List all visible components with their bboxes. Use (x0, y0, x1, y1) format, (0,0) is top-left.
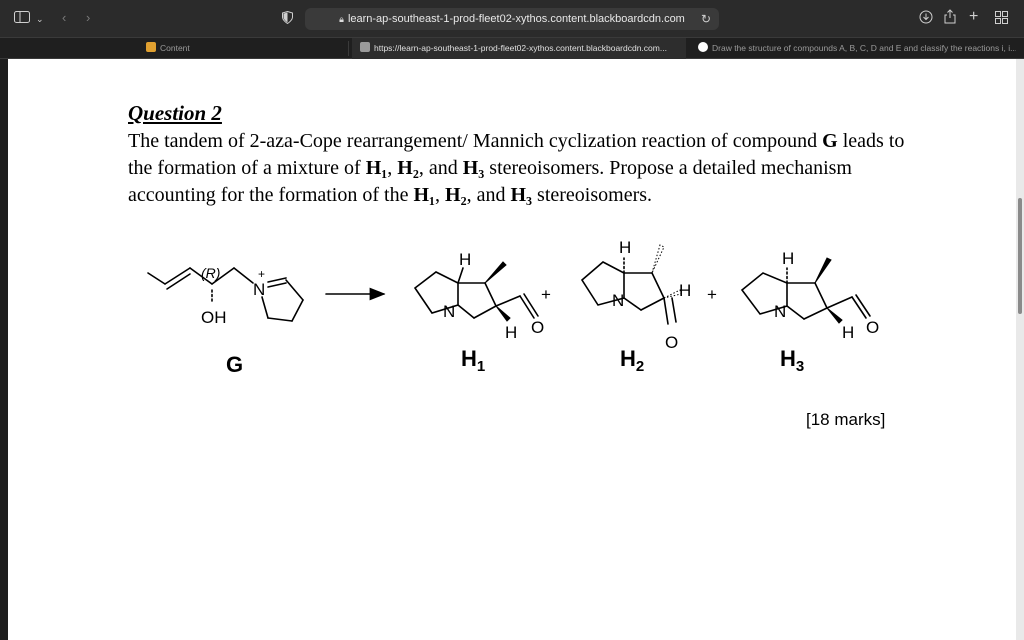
wedge-bond-h1b (495, 305, 511, 322)
wedge-bond-h1 (484, 261, 507, 284)
hydroxyl-group: OH (201, 308, 227, 327)
label-compound-g: G (226, 352, 243, 377)
label-compound-h3: H3 (780, 346, 804, 375)
label-compound-h2: H2 (620, 346, 644, 375)
h1-oxygen: O (531, 318, 544, 337)
h3-oxygen: O (866, 318, 879, 337)
plus-sign-1: + (541, 285, 551, 304)
compound-h3-structure (740, 267, 871, 320)
wedge-bond-h3 (814, 257, 832, 284)
positive-charge: + (258, 267, 265, 281)
wedge-bond-h3b (826, 307, 843, 324)
stereo-descriptor-r: (R) (201, 265, 220, 281)
h1-hydrogen-top: H (459, 250, 471, 269)
h2-oxygen: O (665, 333, 678, 352)
h2-nitrogen: N (612, 291, 624, 310)
compound-h2-structure (580, 257, 677, 325)
reaction-scheme: (R) N + OH H N H O + H N H O + H N H O G… (147, 238, 879, 377)
label-compound-h1: H1 (461, 346, 485, 375)
h3-nitrogen: N (774, 302, 786, 321)
hash-bond-h2 (651, 244, 665, 274)
h1-nitrogen: N (443, 302, 455, 321)
h3-hydrogen-bottom: H (842, 323, 854, 342)
compound-h1-structure (413, 267, 539, 319)
h3-hydrogen-top: H (782, 249, 794, 268)
h1-hydrogen-bottom: H (505, 323, 517, 342)
h2-hydrogen-top: H (619, 238, 631, 257)
plus-sign-2: + (707, 285, 717, 304)
h2-hydrogen-right: H (679, 281, 691, 300)
nitrogen-atom-g: N (253, 280, 265, 299)
marks-label: [18 marks] (806, 410, 886, 429)
